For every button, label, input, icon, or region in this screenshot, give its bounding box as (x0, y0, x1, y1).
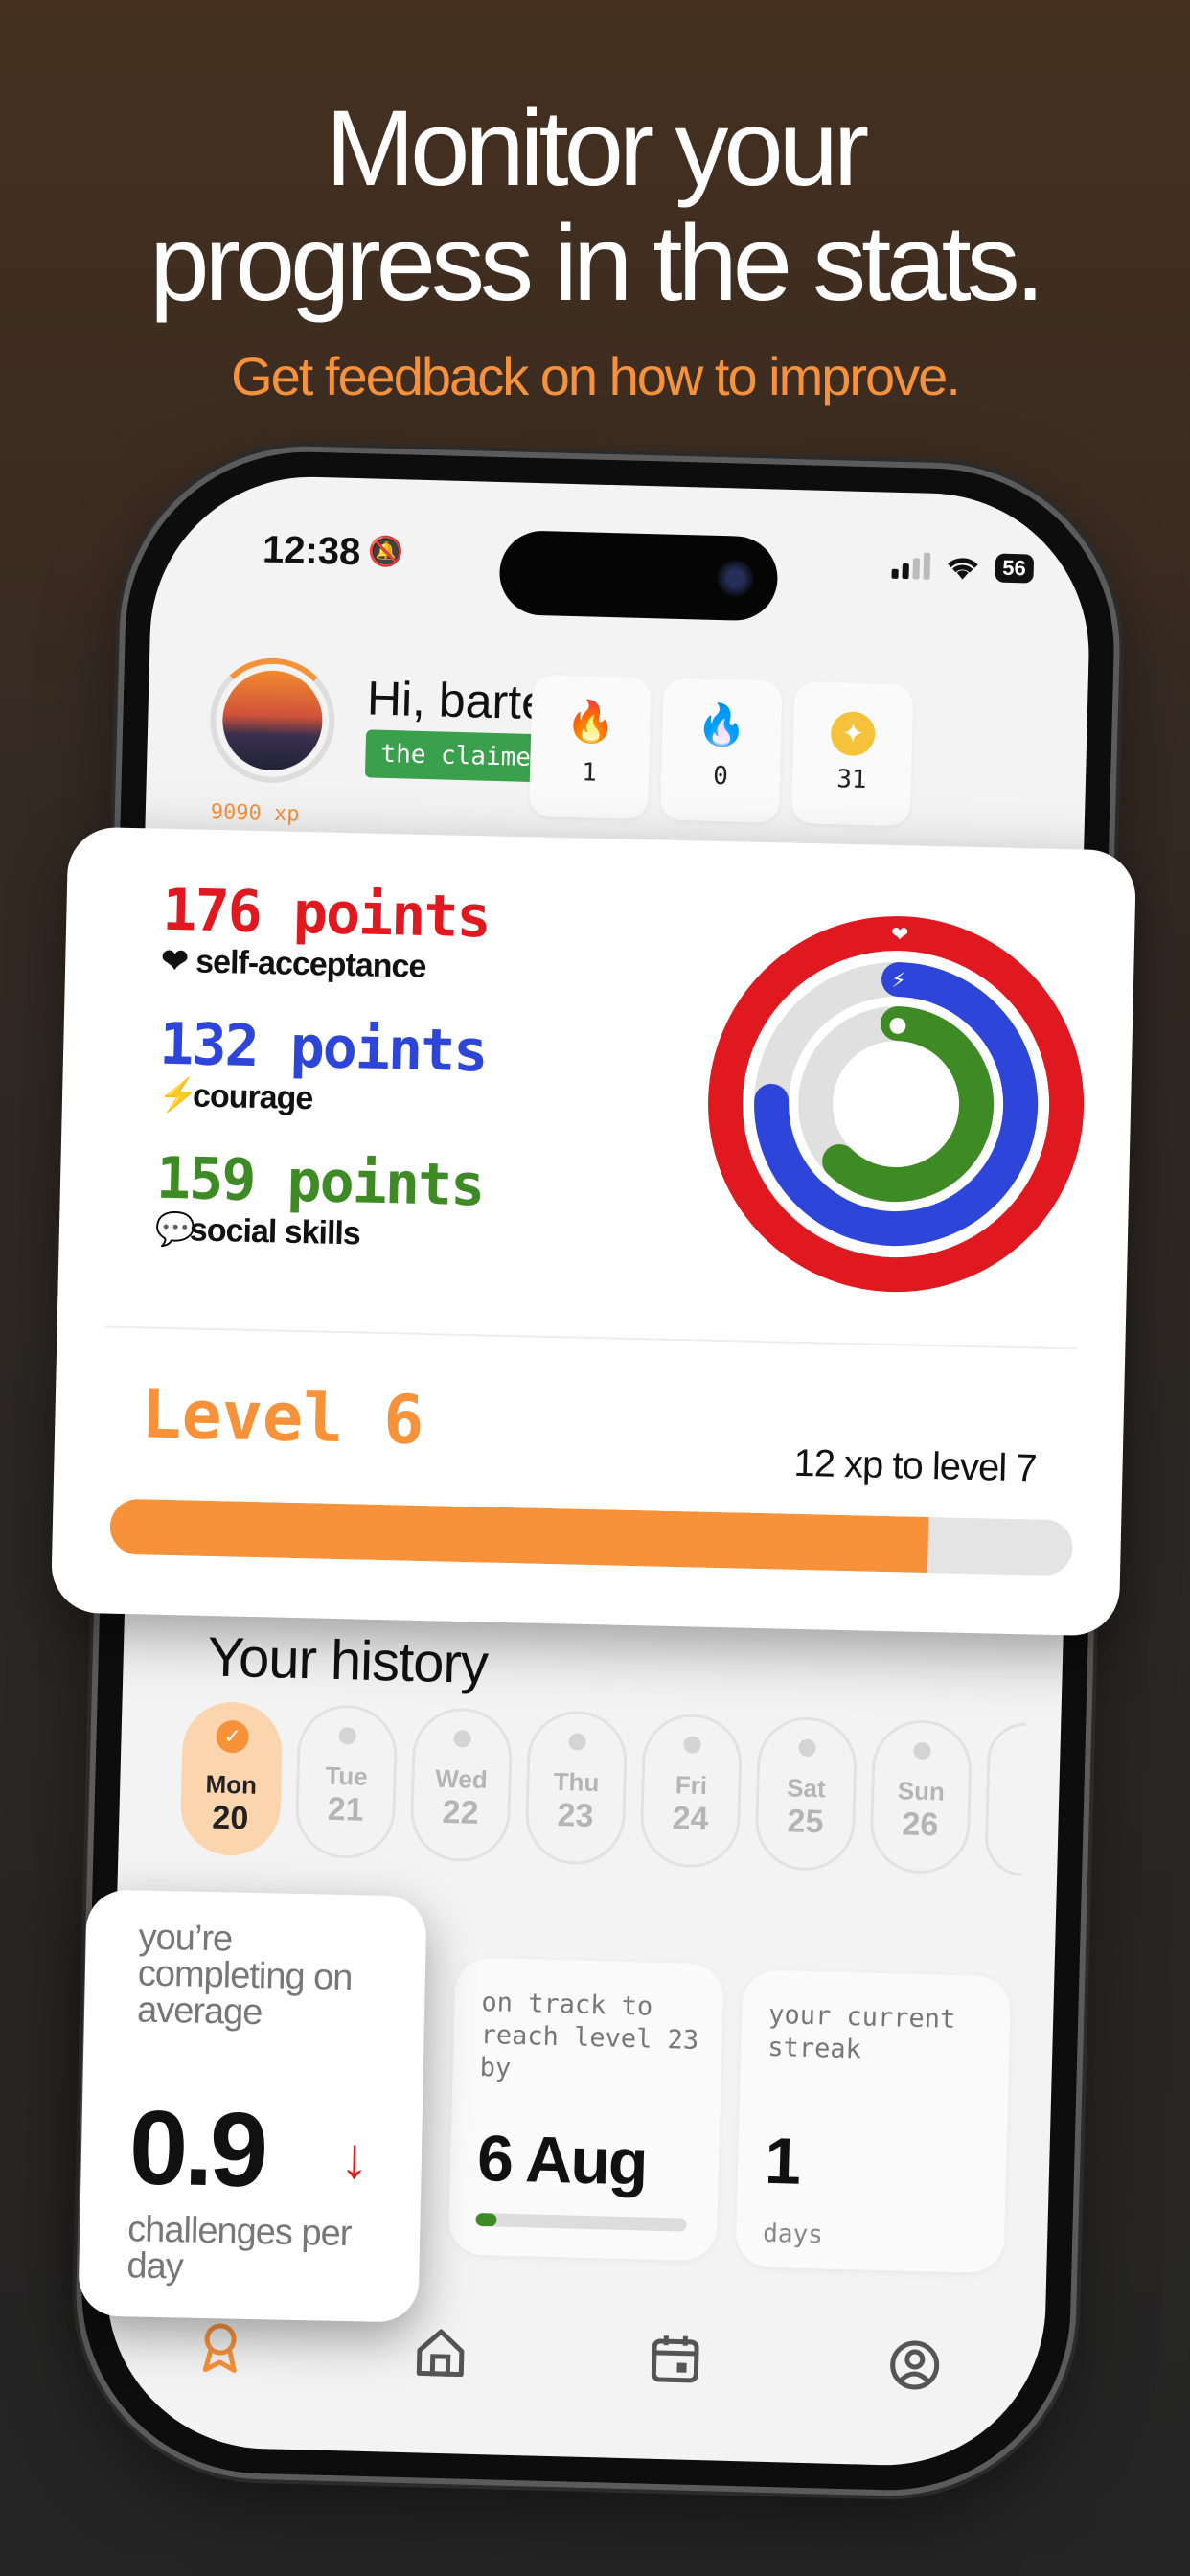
profile-icon (890, 2340, 940, 2390)
ring-icon: ❤ (891, 923, 909, 947)
day-name: Thu (553, 1766, 600, 1798)
subheadline: Get feedback on how to improve. (231, 346, 961, 406)
level-eta-progress-fill (475, 2212, 497, 2227)
streak-title: your current streak (767, 1999, 956, 2065)
stat-value: 31 (835, 765, 868, 795)
courage-points: 132 points (158, 1010, 488, 1086)
day-dot (798, 1738, 816, 1758)
card-divider (104, 1325, 1078, 1350)
home-icon (416, 2329, 465, 2378)
dynamic-island (498, 530, 779, 622)
battery-icon: 56 (994, 553, 1035, 584)
status-bar: 12:38 🔕 56 (151, 526, 1091, 622)
day-dot (453, 1730, 471, 1748)
history-title: Your history (206, 1625, 489, 1696)
calendar-icon (651, 2335, 699, 2383)
day-name: Fri (675, 1770, 708, 1801)
stat-value: 0 (712, 761, 729, 792)
flame-icon: 🔥 (564, 698, 617, 746)
wifi-icon (947, 558, 978, 580)
self-acceptance-points: 176 points (161, 876, 491, 952)
signal-icon (890, 552, 930, 580)
level-eta-title: on track to reach level 23 by (479, 1988, 699, 2083)
bell-muted-icon: 🔕 (367, 536, 404, 569)
streak-unit: days (762, 2219, 824, 2250)
streak-value: 1 (764, 2124, 801, 2198)
arrow-down-icon: ↓ (339, 2125, 370, 2191)
xp-total: 9090 xp (210, 800, 300, 827)
day-name: Mon (205, 1769, 258, 1800)
day-thu[interactable]: Thu 23 (524, 1710, 629, 1866)
average-unit: challenges per day (126, 2209, 352, 2288)
avatar-ring[interactable] (208, 656, 337, 785)
level-eta-progress (475, 2212, 687, 2232)
day-date: 21 (327, 1790, 365, 1828)
chat-icon: 💬 (154, 1210, 195, 1249)
coin-icon: ✦ (793, 702, 913, 757)
heart-icon: ❤ (160, 942, 189, 980)
tab-profile[interactable] (881, 2337, 950, 2406)
blue-flame-icon: 🔥 (696, 702, 748, 748)
stat-coins[interactable]: ✦ 31 (790, 681, 914, 827)
average-value: 0.9 (127, 2088, 266, 2210)
avatar[interactable] (221, 669, 324, 772)
ring-icon: ● (888, 1013, 907, 1037)
award-icon (202, 2323, 237, 2373)
day-name: Sun (897, 1776, 946, 1806)
social-skills-points: 159 points (155, 1144, 485, 1220)
ring-icon: ⚡ (891, 969, 906, 993)
day-date: 24 (672, 1800, 709, 1838)
level-progress-bar (109, 1498, 1074, 1576)
day-tue[interactable]: Tue 21 (294, 1703, 399, 1860)
day-dot (683, 1736, 701, 1754)
day-date: 22 (442, 1793, 480, 1831)
camera-icon (716, 559, 754, 597)
day-dot (568, 1733, 586, 1751)
self-acceptance-label: ❤ self-acceptance (161, 942, 426, 986)
day-selector: ✓ Mon 20 Tue 21 Wed 22 Thu 23 Fri 24 Sat 25 Sun… (179, 1700, 1027, 1876)
day-name: Sat (786, 1773, 827, 1804)
points-label-text: self-acceptance (195, 943, 426, 985)
points-label-text: social skills (189, 1211, 361, 1253)
average-card: you’re completing on average 0.9 ↓ chall… (78, 1889, 427, 2323)
average-title: you’re completing on average (136, 1917, 353, 2034)
day-wed[interactable]: Wed 22 (409, 1707, 514, 1863)
day-sat[interactable]: Sat 25 (754, 1715, 858, 1873)
level-progress-fill (109, 1498, 929, 1574)
level-eta-card: on track to reach level 23 by 6 Aug (447, 1957, 724, 2262)
day-date: 23 (557, 1797, 594, 1834)
day-mon[interactable]: ✓ Mon 20 (179, 1700, 284, 1857)
status-time: 12:38 (262, 528, 361, 574)
courage-label: ⚡courage (158, 1076, 313, 1118)
stat-value: 1 (581, 758, 598, 788)
check-icon: ✓ (216, 1719, 250, 1754)
tab-home[interactable] (406, 2325, 475, 2394)
xp-to-next-level: 12 xp to level 7 (793, 1441, 1038, 1490)
day-date: 26 (902, 1806, 939, 1844)
activity-rings: ❤ ⚡ ● (708, 916, 1085, 1293)
day-fri[interactable]: Fri 24 (639, 1713, 744, 1869)
day-date: 25 (787, 1803, 824, 1841)
day-name: Wed (434, 1763, 489, 1795)
day-date: 20 (211, 1799, 249, 1837)
stat-flame[interactable]: 🔥 1 (528, 674, 652, 820)
tab-bar (104, 2317, 1045, 2419)
bolt-icon: ⚡ (157, 1076, 198, 1115)
headline-line-1: Monitor your (325, 88, 869, 208)
day-next-partial[interactable] (984, 1721, 1027, 1876)
tab-stats[interactable] (186, 2319, 255, 2388)
day-dot (338, 1727, 356, 1745)
streak-card: your current streak 1 days (735, 1969, 1012, 2274)
stat-blue-flame[interactable]: 🔥 0 (659, 678, 783, 823)
level-eta-value: 6 Aug (476, 2121, 648, 2199)
day-name: Tue (325, 1760, 369, 1791)
day-dot (913, 1741, 931, 1760)
points-label-text: courage (192, 1077, 313, 1117)
points-card: 176 points ❤ self-acceptance 132 points ⚡… (50, 826, 1137, 1637)
headline-line-2: progress in the stats. (149, 203, 1045, 323)
tab-calendar[interactable] (641, 2332, 710, 2401)
social-skills-label: 💬social skills (154, 1210, 361, 1254)
level-label: Level 6 (140, 1374, 425, 1460)
day-sun[interactable]: Sun 26 (869, 1718, 973, 1875)
